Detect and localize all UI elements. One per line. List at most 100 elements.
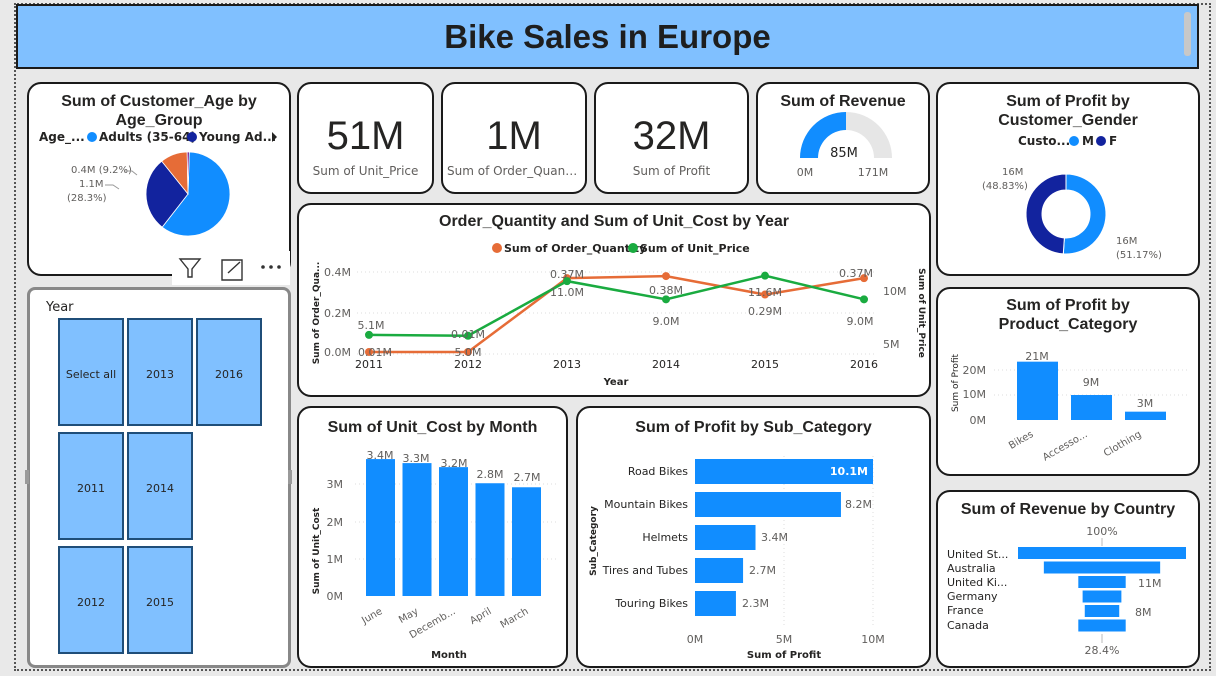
scrollbar-thumb[interactable] bbox=[1184, 12, 1191, 56]
data-label: 9M bbox=[1083, 376, 1100, 389]
line-point[interactable] bbox=[662, 272, 670, 281]
month-bar[interactable] bbox=[475, 483, 505, 596]
subcategory-bar[interactable] bbox=[695, 591, 736, 616]
focus-mode-arrow bbox=[227, 261, 241, 274]
gender-donut-card[interactable]: Sum of Profit by Customer_Gender Custo..… bbox=[936, 82, 1200, 276]
funnel-value-label: 8M bbox=[1135, 606, 1152, 619]
month-bar[interactable] bbox=[439, 467, 468, 596]
line-series[interactable] bbox=[368, 274, 865, 338]
product-x-tick: Accesso... bbox=[1041, 429, 1090, 463]
data-label: 5.1M bbox=[358, 319, 385, 332]
donut-slice[interactable] bbox=[1025, 173, 1067, 255]
age-legend-adults[interactable]: Adults (35-64) bbox=[99, 130, 196, 144]
age-group-pie-card[interactable]: Sum of Customer_Age by Age_Group Age_...… bbox=[27, 82, 291, 276]
month-bar[interactable] bbox=[512, 487, 541, 596]
gauge-min: 0M bbox=[797, 166, 814, 179]
slicer-tile-2014[interactable]: 2014 bbox=[127, 432, 193, 540]
kpi-card-order-quantity[interactable]: 1M Sum of Order_Quant... bbox=[441, 82, 587, 194]
product-bar[interactable] bbox=[1071, 395, 1112, 420]
funnel-bar[interactable] bbox=[1084, 605, 1120, 617]
legend-order-quantity[interactable]: Sum of Order_Quantity bbox=[504, 242, 646, 255]
kpi-label: Sum of Unit_Price bbox=[312, 164, 419, 178]
line-point[interactable] bbox=[761, 271, 769, 280]
month-x-axis-label: Month bbox=[431, 650, 467, 661]
kpi-value: 1M bbox=[486, 114, 542, 158]
funnel-value-label: 11M bbox=[1138, 577, 1162, 590]
subcategory-bar[interactable] bbox=[695, 525, 756, 550]
resize-handle-left[interactable] bbox=[25, 470, 29, 484]
subcategory-bar[interactable] bbox=[695, 492, 841, 517]
month-bar[interactable] bbox=[402, 463, 432, 596]
kpi-value: 51M bbox=[326, 114, 405, 158]
legend-dot-f bbox=[1096, 136, 1106, 146]
slicer-tile-2015[interactable]: 2015 bbox=[127, 546, 193, 654]
funnel-category: United Ki... bbox=[947, 576, 1007, 589]
slicer-tile-2016[interactable]: 2016 bbox=[196, 318, 262, 426]
slicer-tile-2011[interactable]: 2011 bbox=[58, 432, 124, 540]
product-category-chart-card[interactable]: Sum of Profit by Product_Category Sum of… bbox=[936, 287, 1200, 476]
resize-handle-right[interactable] bbox=[288, 470, 292, 484]
age-label-small: 0.4M (9.2%) bbox=[71, 165, 132, 176]
subcat-category-label: Mountain Bikes bbox=[604, 498, 688, 511]
line-point[interactable] bbox=[365, 330, 373, 339]
product-y-tick: 0M bbox=[970, 414, 987, 427]
slicer-tile-label: 2016 bbox=[215, 368, 243, 381]
kpi-card-unit-price[interactable]: 51M Sum of Unit_Price bbox=[297, 82, 434, 194]
gender-legend-title: Custo... bbox=[1018, 134, 1070, 148]
gauge-title: Sum of Revenue bbox=[780, 93, 906, 110]
slicer-tile-2012[interactable]: 2012 bbox=[58, 546, 124, 654]
year-slicer-card: Year Select all 2013 2016 2011 2014 2012… bbox=[27, 287, 291, 668]
country-funnel-card[interactable]: Sum of Revenue by Country 100% 28.4% Uni… bbox=[936, 490, 1200, 668]
subcat-category-label: Helmets bbox=[642, 531, 688, 544]
age-group-pie bbox=[145, 151, 231, 237]
legend-unit-price[interactable]: Sum of Unit_Price bbox=[640, 242, 750, 255]
year-x-axis-label: Year bbox=[603, 377, 629, 388]
data-label: 11.6M bbox=[748, 286, 782, 299]
funnel-bottom-pct: 28.4% bbox=[1085, 644, 1120, 657]
funnel-bar[interactable] bbox=[1043, 561, 1161, 574]
more-options-icon[interactable] bbox=[261, 265, 265, 269]
subcategory-bar-chart-card[interactable]: Sum of Profit by Sub_Category Sub_Catego… bbox=[576, 406, 931, 668]
age-legend-young[interactable]: Young Ad... bbox=[198, 130, 276, 144]
gender-donut-svg: Custo... M F 16M (48.83%) 16M (51.17%) bbox=[982, 134, 1162, 261]
gender-legend-f[interactable]: F bbox=[1109, 134, 1117, 148]
month-bar-chart-card[interactable]: Sum of Unit_Cost by Month Sum of Unit_Co… bbox=[297, 406, 568, 668]
kpi-value: 32M bbox=[632, 114, 711, 158]
data-label: 9.0M bbox=[653, 315, 680, 328]
filter-icon[interactable] bbox=[178, 258, 202, 278]
revenue-gauge-card[interactable]: Sum of Revenue 85M 0M 171M bbox=[756, 82, 930, 194]
data-label: 0.29M bbox=[748, 305, 782, 318]
slicer-tile-2013[interactable]: 2013 bbox=[127, 318, 193, 426]
funnel-bar[interactable] bbox=[1018, 547, 1186, 559]
data-label: 3M bbox=[1137, 397, 1154, 410]
gender-legend-m[interactable]: M bbox=[1082, 134, 1094, 148]
line-series[interactable] bbox=[369, 274, 865, 354]
year-tick-2011: 2011 bbox=[355, 358, 383, 371]
gender-left-pct: (48.83%) bbox=[982, 181, 1028, 192]
product-bar[interactable] bbox=[1017, 361, 1058, 420]
product-y-tick: 20M bbox=[963, 364, 987, 377]
slicer-tile-select-all[interactable]: Select all bbox=[58, 318, 124, 426]
funnel-bar[interactable] bbox=[1082, 590, 1122, 603]
line-point[interactable] bbox=[860, 295, 868, 304]
year-tick-2014: 2014 bbox=[652, 358, 680, 371]
subcategory-bar[interactable] bbox=[695, 558, 744, 583]
funnel-bar[interactable] bbox=[1078, 576, 1126, 588]
kpi-label: Sum of Order_Quant... bbox=[447, 164, 582, 178]
gender-right-pct: (51.17%) bbox=[1116, 250, 1162, 261]
subcat-category-label: Road Bikes bbox=[628, 465, 688, 478]
year-line-chart-card[interactable]: Order_Quantity and Sum of Unit_Cost by Y… bbox=[297, 203, 931, 397]
year-left-tick: 0.2M bbox=[324, 307, 351, 320]
year-left-tick: 0.0M bbox=[324, 346, 351, 359]
month-bar[interactable] bbox=[366, 459, 395, 596]
slicer-tile-label: 2014 bbox=[146, 482, 174, 495]
revenue-gauge-svg: 85M 0M 171M bbox=[797, 112, 892, 179]
product-bar[interactable] bbox=[1125, 411, 1166, 420]
donut-slice[interactable] bbox=[1062, 173, 1107, 255]
subcat-x-tick: 0M bbox=[687, 633, 704, 646]
data-label: 0.37M bbox=[550, 268, 584, 281]
slicer-tile-label: 2012 bbox=[77, 596, 105, 609]
funnel-category: France bbox=[947, 604, 984, 617]
funnel-bar[interactable] bbox=[1078, 619, 1126, 632]
kpi-card-profit[interactable]: 32M Sum of Profit bbox=[594, 82, 749, 194]
